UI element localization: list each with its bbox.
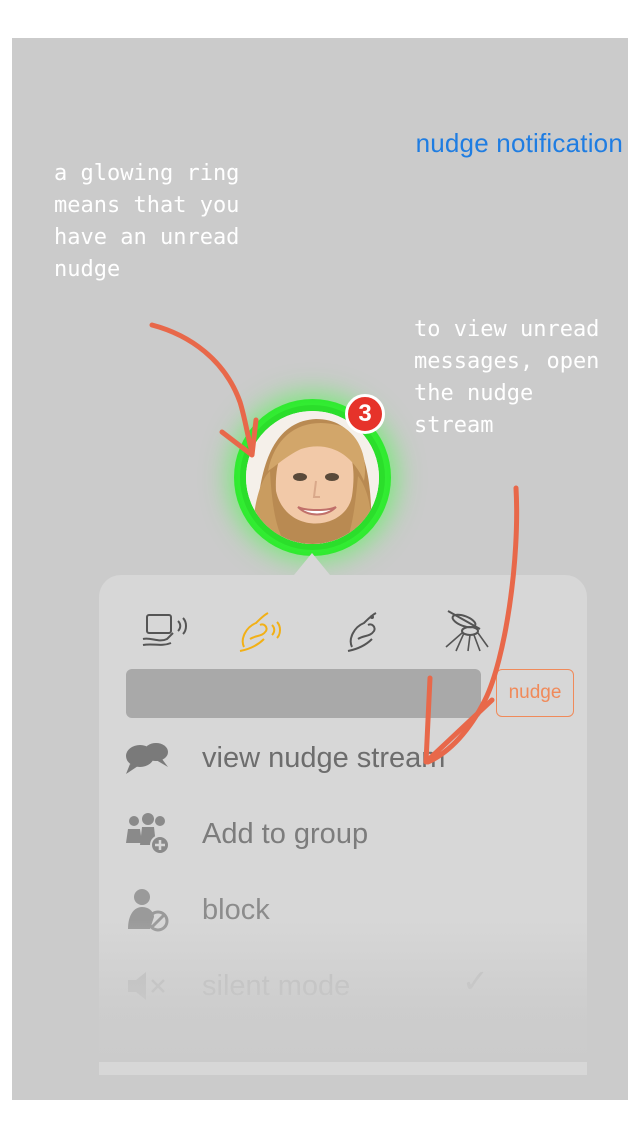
send-nudge-button[interactable]: nudge — [496, 669, 574, 717]
menu-item-block[interactable]: block — [122, 880, 562, 940]
menu-item-silent-mode[interactable]: silent mode — [122, 956, 562, 1016]
menu-item-view-nudge-stream[interactable]: view nudge stream — [122, 728, 562, 788]
mosquito-nudge-icon[interactable] — [440, 605, 492, 657]
menu-item-label: Add to group — [202, 817, 369, 850]
silent-mode-check-icon: ✓ — [462, 962, 489, 1000]
annotation-glowing-ring: a glowing ring means that you have an un… — [54, 161, 240, 282]
chat-bubbles-icon — [122, 733, 172, 783]
menu-item-add-to-group[interactable]: Add to group — [122, 804, 562, 864]
hand-wave-nudge-icon[interactable] — [236, 605, 288, 657]
mute-icon — [122, 961, 172, 1011]
panel-pointer — [294, 553, 330, 575]
menu-item-label: block — [202, 893, 270, 926]
screen-title: nudge notification — [415, 128, 623, 158]
unread-count-badge: 3 — [345, 394, 385, 434]
screen-nudge-icon[interactable] — [141, 605, 193, 657]
menu-item-label: view nudge stream — [202, 741, 446, 774]
hand-bird-nudge-icon[interactable] — [342, 605, 394, 657]
block-user-icon — [122, 885, 172, 935]
annotation-nudge-stream: to view unread messages, open the nudge … — [414, 317, 600, 438]
group-add-icon — [122, 809, 172, 859]
menu-item-label: silent mode — [202, 969, 351, 1002]
nudge-message-input[interactable] — [126, 669, 481, 718]
